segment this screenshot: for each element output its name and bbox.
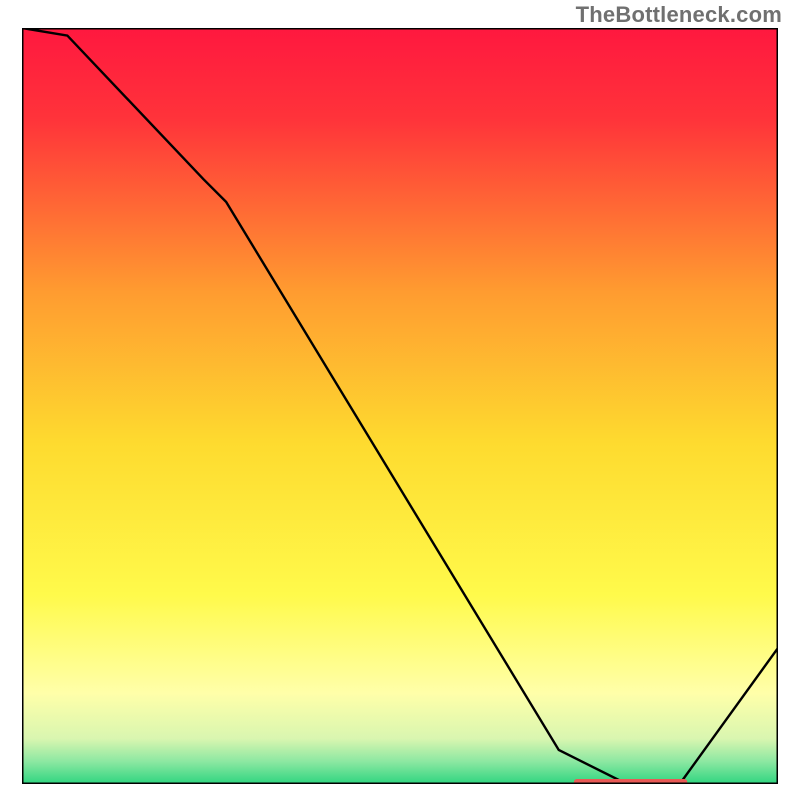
watermark-text: TheBottleneck.com [576, 2, 782, 28]
bottleneck-chart [22, 28, 778, 784]
chart-background [22, 28, 778, 784]
